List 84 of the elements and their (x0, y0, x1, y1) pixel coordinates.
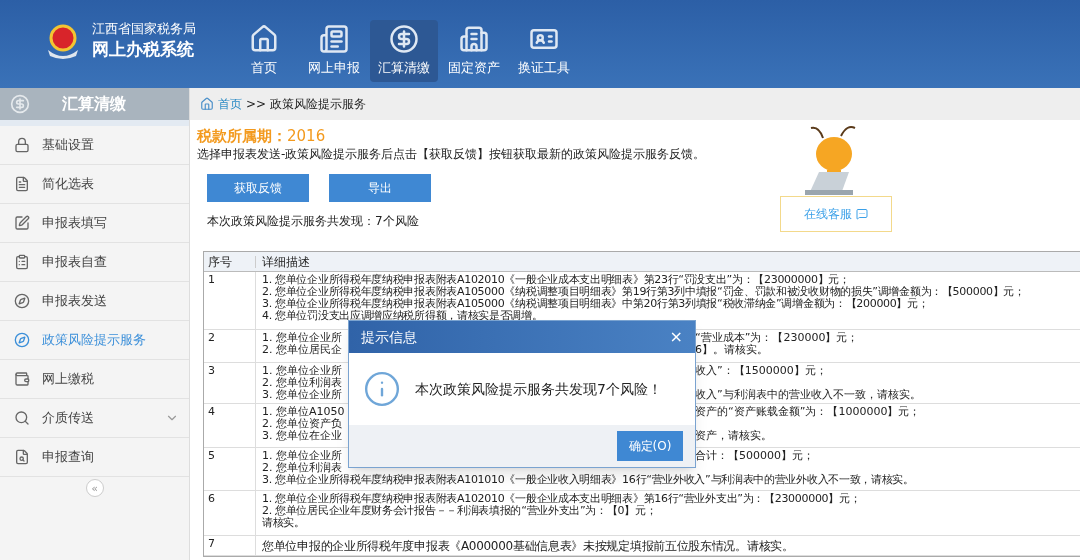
home-icon (200, 97, 214, 111)
wallet-icon (14, 371, 30, 387)
edit-icon (14, 215, 30, 231)
risk-line: 2. 您单位企业所得税年度纳税申报表附表A105000《纳税调整项目明细表》第19行第3列中填报“罚金、罚款和被没收财物的损失”调增金额为：【500000】元； (262, 286, 1025, 298)
lock-icon (14, 137, 30, 153)
dollar-icon (10, 94, 30, 114)
risk-line: 1. 您单位企业所得税年度纳税申报表附表A102010《一般企业成本支出明细表》第16行“营业外支出”为：【23000000】元； (262, 493, 861, 505)
instruction-text: 选择申报表发送-政策风险提示服务后点击【获取反馈】按钮获取最新的政策风险提示服务反馈。 (197, 146, 707, 162)
risk-line: 3. 您单位企业所得税年度纳税申报表附表A101010《一般企业收入明细表》16行“营业外收入”与利润表中的营业外收入不一致，请核实。 (262, 474, 914, 486)
action-button[interactable]: 获取反馈 (207, 174, 309, 202)
nav-tab[interactable]: 固定资产 (440, 20, 508, 82)
risk-line: 1. 您单位企业所得税年度纳税申报表附表A102010《一般企业成本支出明细表》第23行“罚没支出”为：【23000000】元； (262, 274, 851, 286)
risk-line: 2. 您单位利润表 (262, 462, 342, 474)
sidebar-header: 汇算清缴 (0, 88, 189, 120)
risk-line: 您单位申报的企业所得税年度申报表《A000000基础信息表》未按规定填报前五位股东情况。请核实。 (262, 540, 794, 552)
risk-line: 资产，请核实。 (695, 430, 772, 442)
risk-line: 4. 您单位罚没支出应调增应纳税所得额，请核实是否调增。 (262, 310, 543, 322)
dialog-title: 提示信息 (361, 327, 417, 347)
building-icon (459, 24, 489, 55)
risk-line: 1. 您单位企业所 (262, 450, 342, 462)
sidebar-item[interactable]: 申报表发送 (0, 282, 189, 321)
row-number: 3 (204, 363, 256, 403)
nav-tab[interactable]: 首页 (230, 20, 298, 82)
risk-line: 1. 您单位企业所 (262, 365, 342, 377)
ok-button[interactable]: 确定(O) (617, 431, 683, 461)
risk-line: 2. 您单位资产负 (262, 418, 342, 430)
risk-line: 请核实。 (262, 517, 305, 529)
system-name: 网上办税系统 (92, 38, 195, 61)
summary-text: 本次政策风险提示服务共发现：7个风险 (207, 213, 420, 230)
row-number: 6 (204, 491, 256, 535)
collapse-button[interactable]: « (85, 479, 104, 497)
row-number: 4 (204, 404, 256, 447)
close-button[interactable]: × (669, 329, 683, 345)
row-number: 7 (204, 536, 256, 555)
breadcrumb-current: 政策风险提示服务 (270, 96, 367, 113)
risk-line: 资产的“资产账载金额”为：【1000000】元； (695, 406, 921, 418)
sidebar-item[interactable]: 申报查询 (0, 438, 189, 477)
period-value: 2016 (287, 127, 326, 145)
sidebar-item[interactable]: 申报表自查 (0, 243, 189, 282)
row-number: 2 (204, 330, 256, 362)
sidebar-item[interactable]: 申报表填写 (0, 204, 189, 243)
dollar-icon (389, 24, 419, 55)
nav-tab[interactable]: 网上申报 (300, 20, 368, 82)
column-header: 详细描述 (261, 255, 310, 268)
risk-line: “营业成本”为：【230000】元； (695, 332, 859, 344)
risk-line: 3. 您单位企业所 (262, 389, 342, 401)
form-icon (14, 254, 30, 270)
document-search-icon (14, 449, 30, 465)
action-button[interactable]: 导出 (329, 174, 431, 202)
compass-icon (14, 332, 30, 348)
period-label: 税款所属期： (197, 127, 287, 145)
column-header: 序号 (204, 255, 256, 268)
risk-line: 1. 您单位企业所 (262, 332, 342, 344)
risk-line: 收入”与利润表中的营业收入不一致，请核实。 (695, 389, 921, 401)
risk-line: 6】。请核实。 (695, 344, 768, 356)
sidebar-item[interactable]: 简化选表 (0, 165, 189, 204)
risk-line: 收入”：【1500000】元； (695, 365, 827, 377)
info-icon (363, 370, 401, 408)
risk-line: 2. 您单位居民企 (262, 344, 342, 356)
chat-icon (856, 208, 868, 220)
sidebar-item[interactable]: 政策风险提示服务 (0, 321, 189, 360)
risk-line: 3. 您单位企业所得税年度纳税申报表附表A105000《纳税调整项目明细表》中第20行第3列填报“税收滞纳金”调增金额为：【200000】元； (262, 298, 929, 310)
org-name: 江西省国家税务局 (92, 21, 196, 37)
risk-line: 2. 您单位利润表 (262, 377, 342, 389)
home-icon (249, 24, 279, 55)
compass-icon (14, 293, 30, 309)
nav-tab[interactable]: 换证工具 (510, 20, 578, 82)
risk-line: 合计：【500000】元； (695, 450, 814, 462)
risk-line: 2. 您单位居民企业年度财务会计报告－－利润表填报的“营业外支出”为：【0】元； (262, 505, 658, 517)
nav-tab[interactable]: 汇算清缴 (370, 20, 438, 82)
online-service-button[interactable]: 在线客服 (780, 196, 892, 232)
search-icon (14, 410, 30, 426)
sidebar-item[interactable]: 网上缴税 (0, 360, 189, 399)
home-link[interactable]: 首页 (218, 95, 242, 113)
row-number: 1 (204, 272, 256, 329)
row-number: 5 (204, 448, 256, 490)
risk-line: 3. 您单位在企业 (262, 430, 342, 442)
newspaper-icon (319, 24, 349, 55)
document-icon (14, 176, 30, 192)
sidebar-item[interactable]: 基础设置 (0, 126, 189, 165)
dialog-message: 本次政策风险提示服务共发现7个风险！ (415, 379, 662, 399)
breadcrumb-separator: >> (246, 96, 267, 113)
sidebar-item[interactable]: 介质传送 (0, 399, 189, 438)
risk-line: 1. 您单位A1050 (262, 406, 345, 418)
